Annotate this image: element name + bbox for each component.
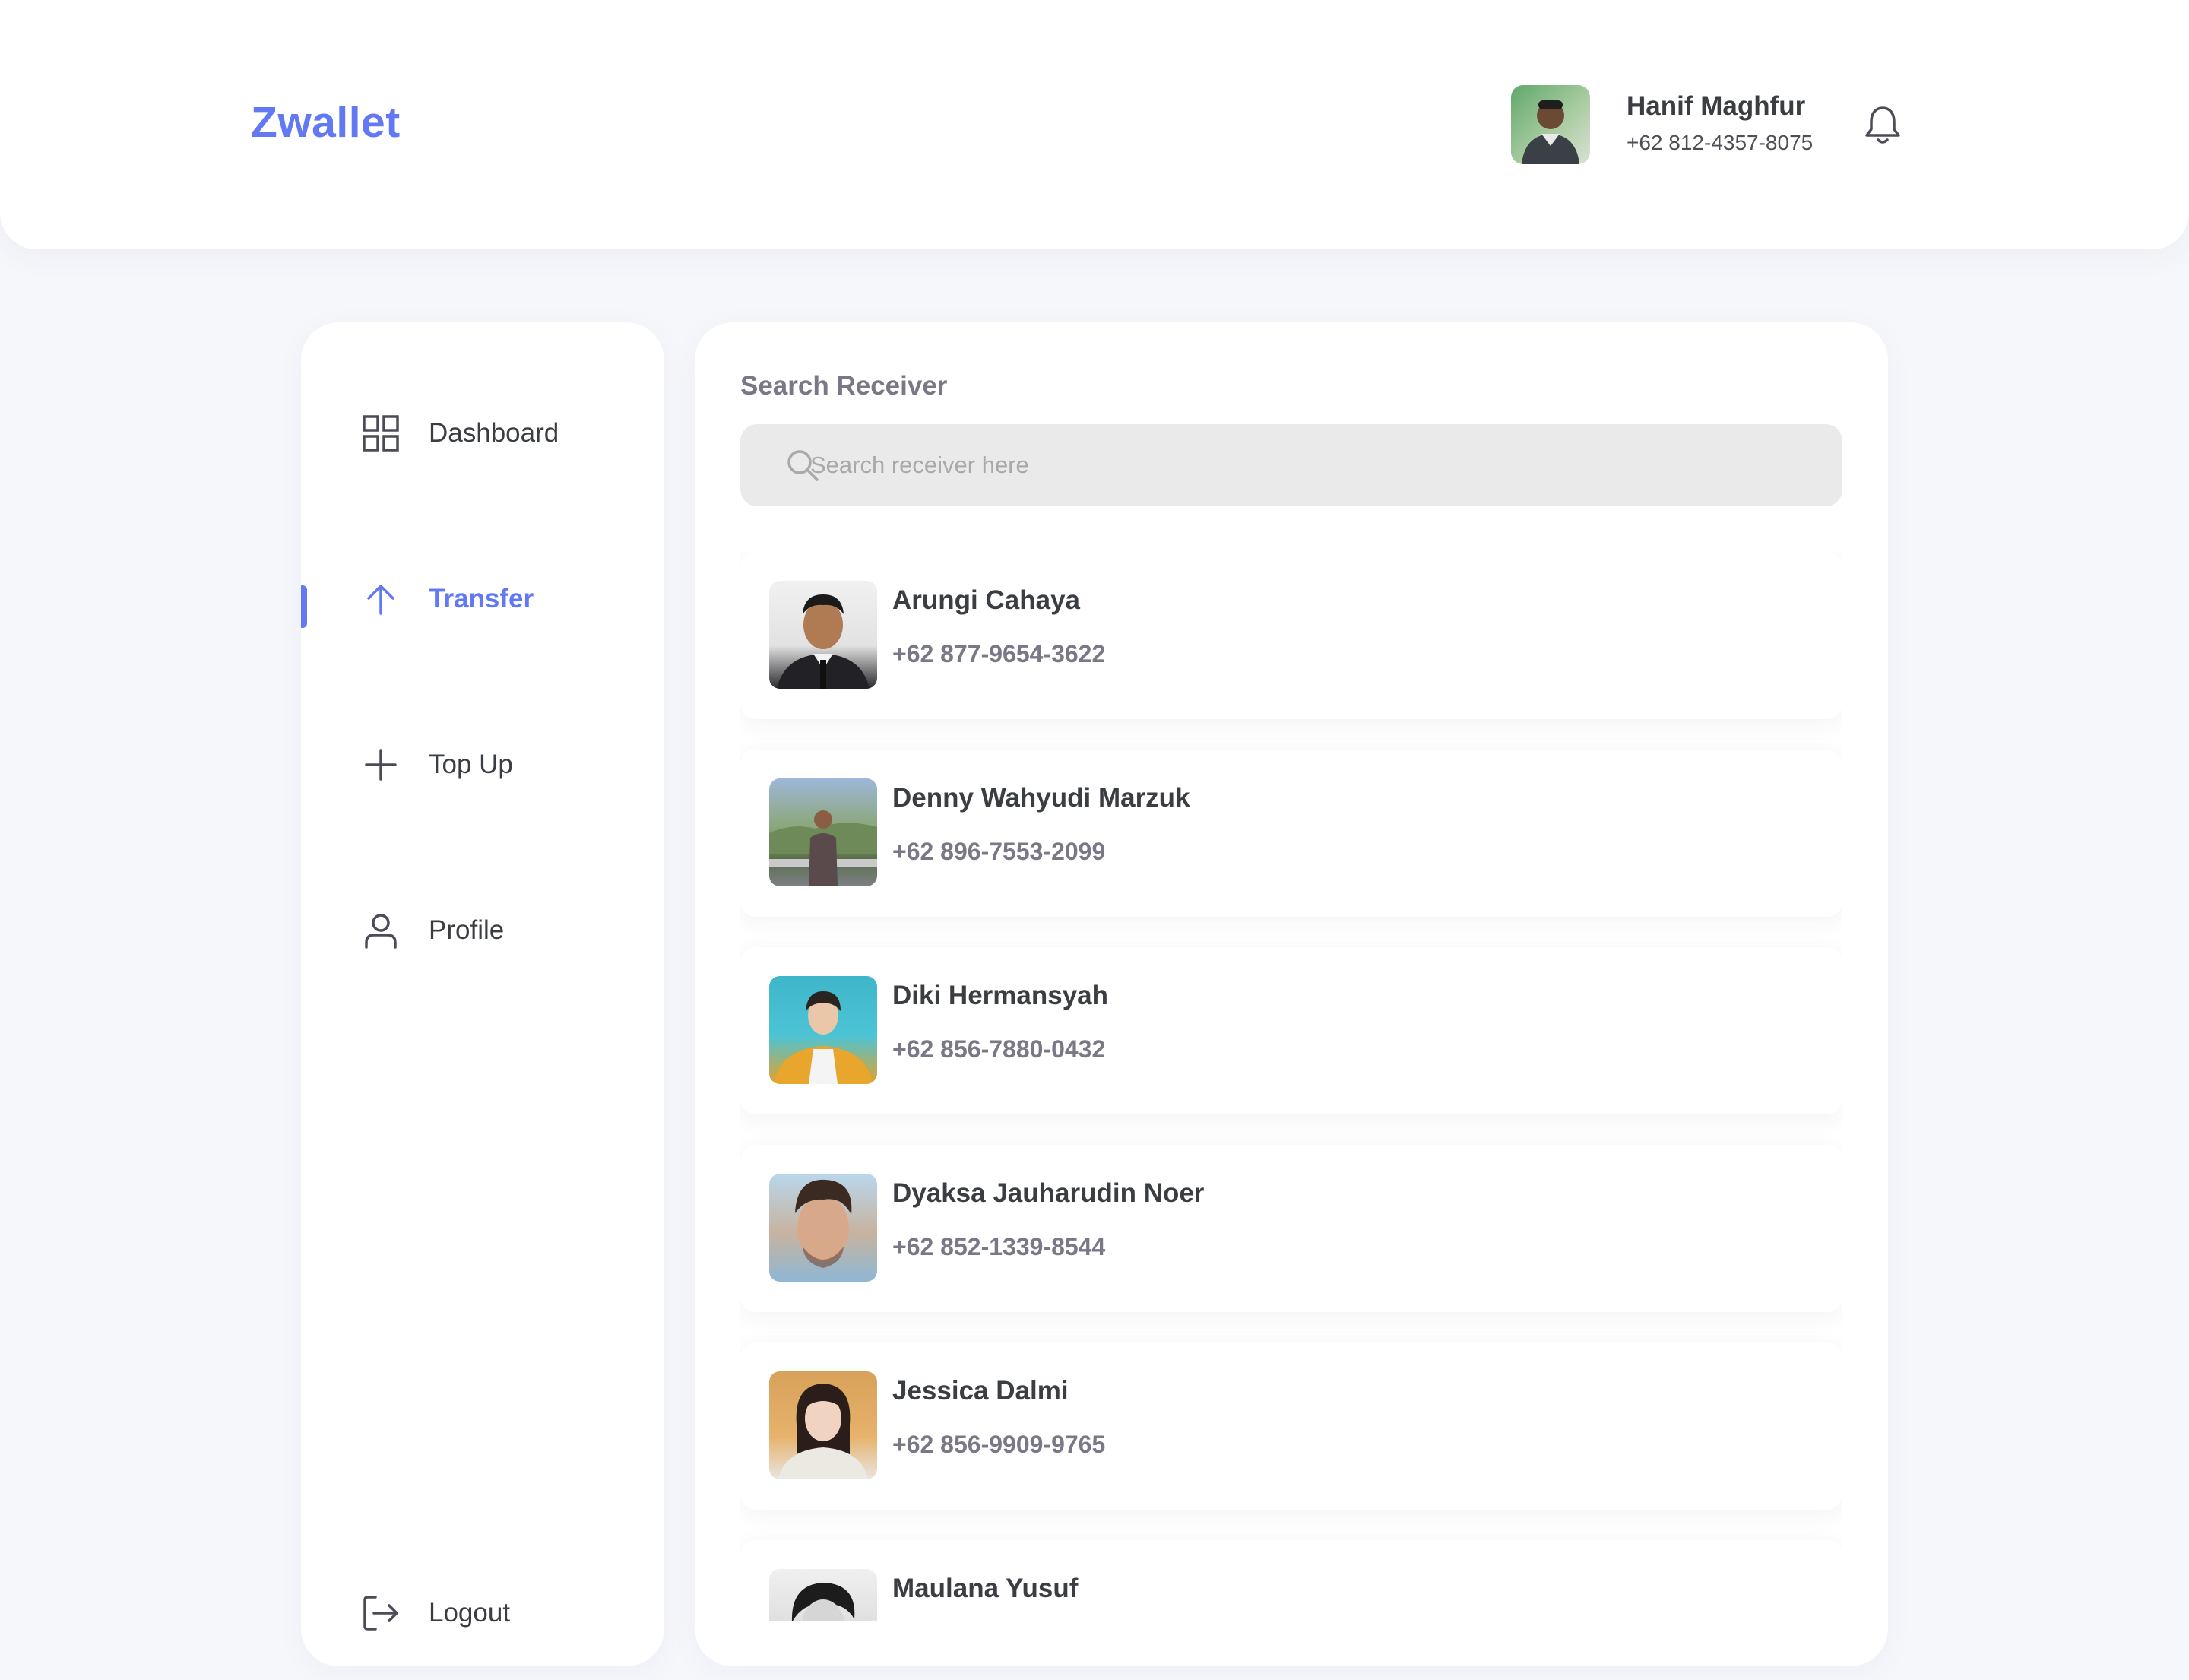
user-icon: [362, 911, 400, 949]
receiver-avatar: [769, 1371, 877, 1479]
receiver-phone: +62 896-7553-2099: [892, 838, 1106, 865]
sidebar-item-label: Top Up: [429, 750, 513, 779]
receiver-card-jessica-dalmi[interactable]: Jessica Dalmi +62 856-9909-9765: [740, 1342, 1842, 1510]
receiver-phone: +62 856-9909-9765: [892, 1431, 1106, 1458]
receiver-avatar: [769, 976, 877, 1084]
user-phone: +62 812-4357-8075: [1627, 131, 1814, 154]
receiver-card-maulana-yusuf[interactable]: Maulana Yusuf: [740, 1540, 1842, 1621]
receiver-name: Maulana Yusuf: [892, 1574, 1079, 1603]
sidebar-item-transfer[interactable]: Transfer: [301, 569, 664, 629]
search-bar[interactable]: [740, 424, 1842, 506]
receiver-card-denny-wahyudi-marzuk[interactable]: Denny Wahyudi Marzuk +62 896-7553-2099: [740, 750, 1842, 917]
receiver-avatar: [769, 778, 877, 886]
user-avatar[interactable]: [1511, 85, 1590, 164]
receiver-avatar: [769, 1174, 877, 1282]
transfer-panel: Search Receiver Arungi Cahaya +62 877: [695, 322, 1888, 1666]
receiver-card-diki-hermansyah[interactable]: Diki Hermansyah +62 856-7880-0432: [740, 947, 1842, 1114]
receiver-card-arungi-cahaya[interactable]: Arungi Cahaya +62 877-9654-3622: [740, 552, 1842, 719]
receiver-name: Dyaksa Jauharudin Noer: [892, 1178, 1205, 1208]
sidebar-item-label: Profile: [429, 915, 505, 945]
plus-icon: [362, 746, 400, 784]
receiver-card-dyaksa-jauharudin-noer[interactable]: Dyaksa Jauharudin Noer +62 852-1339-8544: [740, 1145, 1842, 1312]
brand-logo[interactable]: Zwallet: [251, 97, 401, 147]
page-title: Search Receiver: [740, 371, 948, 401]
sidebar: Dashboard Transfer Top Up Profile Logout: [301, 322, 664, 1666]
receiver-phone: +62 856-7880-0432: [892, 1035, 1106, 1063]
receiver-avatar: [769, 1569, 877, 1621]
grid-icon: [362, 414, 400, 452]
active-indicator: [301, 585, 307, 628]
arrow-up-icon: [362, 580, 400, 618]
top-header: Zwallet Hanif Maghfur +62 812-4357-8075: [0, 0, 2189, 249]
sidebar-item-label: Dashboard: [429, 418, 559, 448]
search-input[interactable]: [810, 424, 1814, 506]
bell-icon[interactable]: [1864, 103, 1902, 146]
user-avatar-image: [1522, 100, 1579, 164]
receiver-phone: +62 852-1339-8544: [892, 1233, 1106, 1260]
sidebar-item-label: Transfer: [429, 584, 534, 613]
sidebar-item-top-up[interactable]: Top Up: [301, 734, 664, 795]
receiver-list: Arungi Cahaya +62 877-9654-3622 Denny Wa…: [740, 552, 1842, 1621]
logout-icon: [362, 1594, 400, 1632]
sidebar-item-dashboard[interactable]: Dashboard: [301, 403, 664, 464]
logout-label: Logout: [429, 1598, 511, 1628]
receiver-avatar: [769, 581, 877, 689]
receiver-name: Jessica Dalmi: [892, 1376, 1069, 1406]
receiver-name: Denny Wahyudi Marzuk: [892, 783, 1190, 813]
user-name: Hanif Maghfur: [1627, 91, 1806, 121]
receiver-name: Diki Hermansyah: [892, 981, 1109, 1010]
receiver-phone: +62 877-9654-3622: [892, 640, 1106, 667]
receiver-name: Arungi Cahaya: [892, 585, 1080, 615]
sidebar-item-profile[interactable]: Profile: [301, 900, 664, 961]
logout-button[interactable]: Logout: [301, 1583, 664, 1644]
